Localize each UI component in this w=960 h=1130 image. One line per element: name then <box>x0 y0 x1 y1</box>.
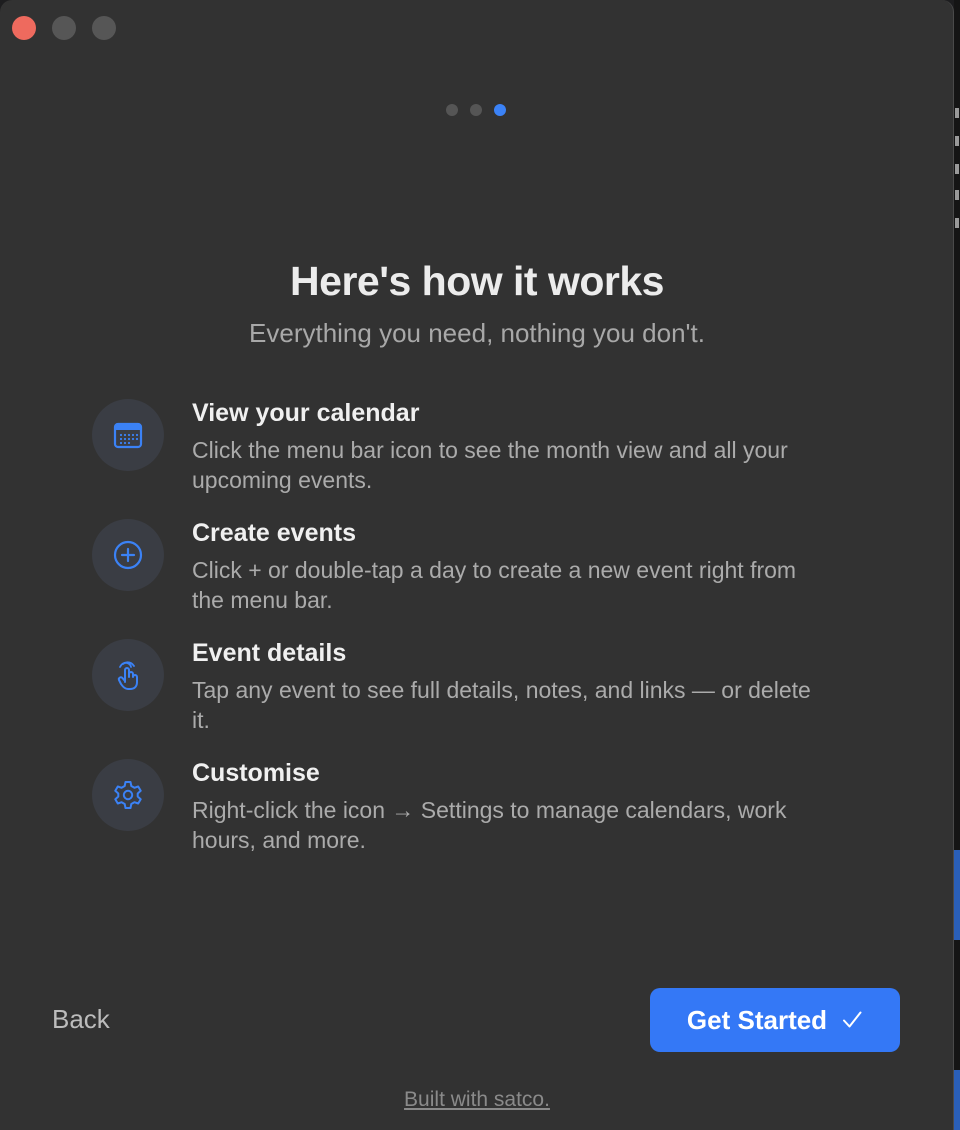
calendar-icon <box>92 399 164 471</box>
feature-title: Create events <box>192 519 356 547</box>
feature-title: View your calendar <box>192 399 420 427</box>
get-started-label: Get Started <box>686 1004 828 1035</box>
plus-circle-icon <box>92 519 164 591</box>
page-subtitle: Everything you need, nothing you don't. <box>249 318 705 348</box>
page-dot-2[interactable] <box>470 104 482 116</box>
back-button[interactable]: Back <box>52 1004 110 1035</box>
page-indicator <box>446 104 506 116</box>
background-window-edge <box>954 0 960 1130</box>
built-with-link[interactable]: Built with satco. <box>0 1088 954 1112</box>
zoom-window-button[interactable] <box>92 16 116 40</box>
feature-title: Customise <box>192 759 320 787</box>
window-controls <box>12 16 116 40</box>
tap-hand-icon <box>92 639 164 711</box>
get-started-button[interactable]: Get Started <box>650 988 900 1052</box>
feature-description: Click + or double-tap a day to create a … <box>192 557 797 613</box>
onboarding-window: Here's how it works Everything you need,… <box>0 0 954 1130</box>
feature-description: Tap any event to see full details, notes… <box>192 677 811 733</box>
close-window-button[interactable] <box>12 16 36 40</box>
page-title: Here's how it works <box>290 258 664 304</box>
feature-description: Click the menu bar icon to see the month… <box>192 437 788 493</box>
feature-title: Event details <box>192 639 347 667</box>
checkmark-icon <box>843 1011 862 1028</box>
minimize-window-button[interactable] <box>52 16 76 40</box>
feature-description: Right-click the icon → Settings to manag… <box>192 797 787 853</box>
gear-icon <box>92 759 164 831</box>
page-dot-3-active[interactable] <box>494 104 506 116</box>
page-dot-1[interactable] <box>446 104 458 116</box>
